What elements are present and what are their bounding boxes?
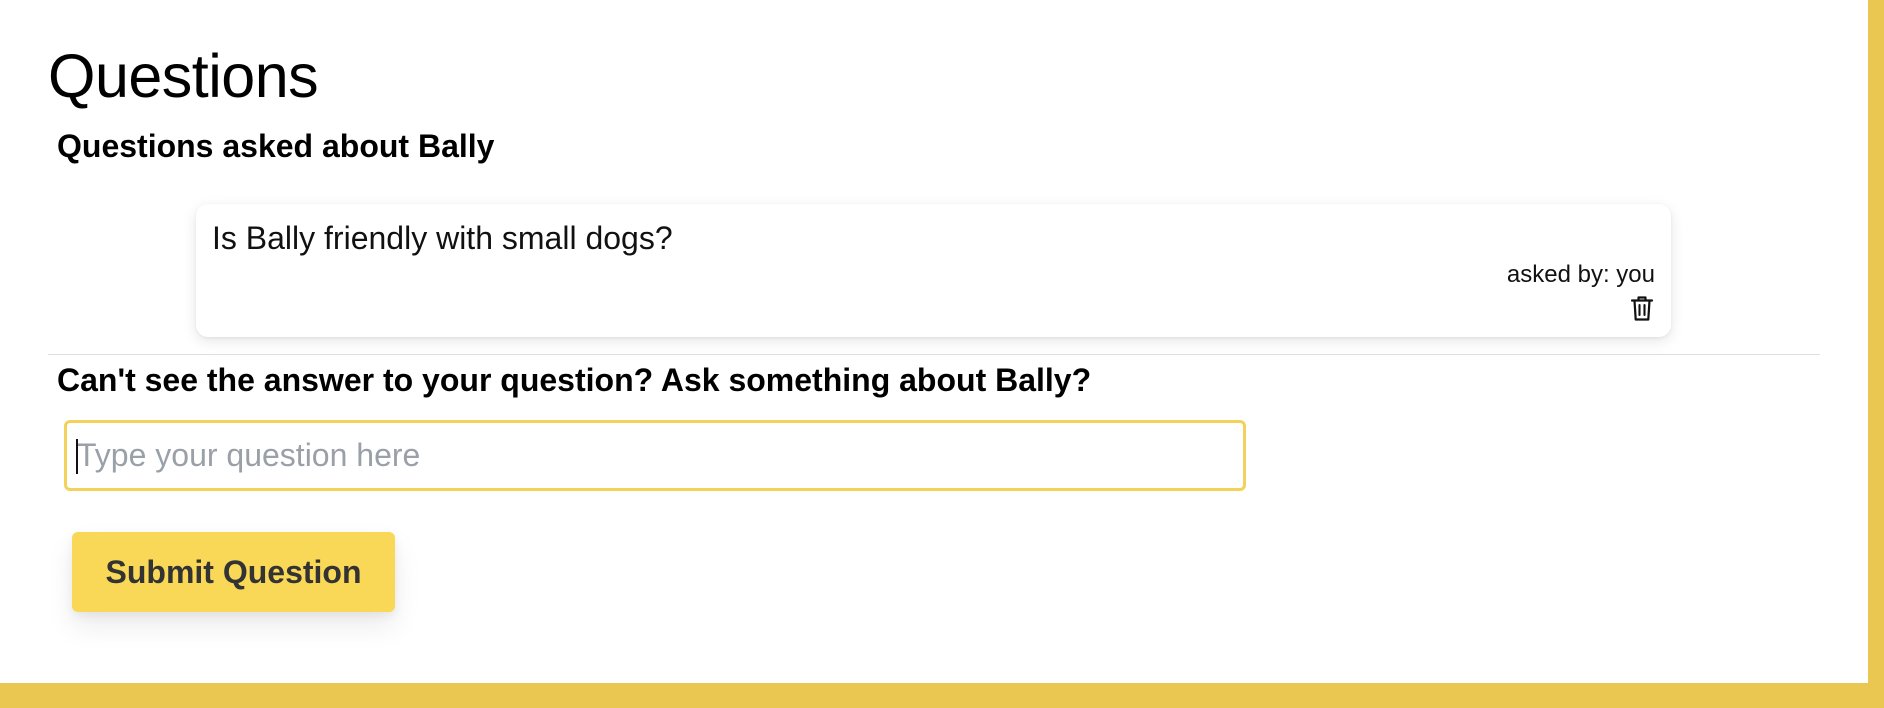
question-input[interactable] [64,420,1246,491]
trash-icon[interactable] [1630,295,1654,322]
questions-panel: Questions Questions asked about Bally Is… [0,0,1868,683]
delete-question-button[interactable] [1627,292,1657,324]
question-text: Is Bally friendly with small dogs? [212,220,673,256]
ask-question-heading: Can't see the answer to your question? A… [57,362,1092,398]
asked-questions-heading: Questions asked about Bally [57,128,495,164]
asked-by-label: asked by: you [1506,261,1655,288]
question-card: Is Bally friendly with small dogs? asked… [196,204,1671,337]
text-cursor [76,439,78,474]
submit-question-button[interactable]: Submit Question [72,532,395,612]
section-divider [48,354,1820,355]
page-title: Questions [48,42,319,110]
